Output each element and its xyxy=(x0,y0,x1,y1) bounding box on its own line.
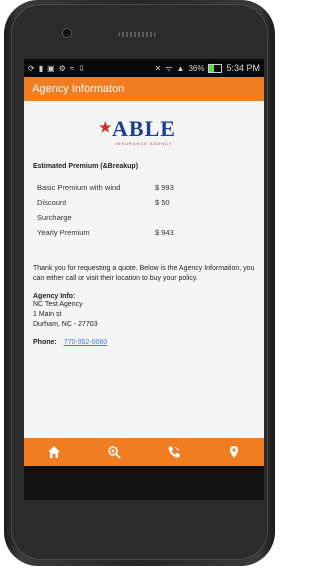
mute-icon: ✕ xyxy=(154,63,162,73)
earpiece-speaker xyxy=(118,32,156,37)
agency-name: NC Test Agency xyxy=(33,301,83,308)
status-bar-right: ✕ ᯤ ▲ 36% 5:34 PM xyxy=(155,63,260,74)
table-row: Surcharge xyxy=(37,210,174,225)
premium-value xyxy=(155,210,174,225)
phone-frame: ⟳ ▮ ▣ ⚙ ≈ ⇩ ✕ ᯤ ▲ 36% 5:34 PM Agency Inf… xyxy=(4,0,275,566)
status-bar-left: ⟳ ▮ ▣ ⚙ ≈ ⇩ xyxy=(28,64,85,73)
search-icon xyxy=(108,446,121,459)
premium-value: $ 993 xyxy=(155,183,174,192)
status-bar: ⟳ ▮ ▣ ⚙ ≈ ⇩ ✕ ᯤ ▲ 36% 5:34 PM xyxy=(24,59,264,77)
premium-label: Yearly Premium xyxy=(37,228,90,237)
page-title: Agency Informaton xyxy=(32,83,125,95)
premium-label: Basic Premium with wind xyxy=(37,183,121,192)
premium-table: Basic Premium with wind $ 993 Discount $… xyxy=(37,180,174,240)
table-row: Discount $ 50 xyxy=(37,195,174,210)
home-icon xyxy=(48,446,60,458)
tab-location[interactable] xyxy=(219,440,249,464)
gallery-icon: ▣ xyxy=(47,63,55,73)
wifi-alert-icon: ≈ xyxy=(69,63,75,73)
bottom-tab-bar xyxy=(24,438,264,466)
download-icon: ⇩ xyxy=(78,63,85,73)
table-row: Basic Premium with wind $ 993 xyxy=(37,180,174,195)
device-nav-area xyxy=(24,466,264,500)
agency-info-title: Agency Info: xyxy=(33,293,76,300)
signal-icon: ▲ xyxy=(176,63,185,73)
settings-icon: ⚙ xyxy=(58,63,66,73)
battery-percent: 36% xyxy=(188,63,205,73)
front-camera xyxy=(63,29,71,37)
app-bar: Agency Informaton xyxy=(24,77,264,101)
app-screen: ⟳ ▮ ▣ ⚙ ≈ ⇩ ✕ ᯤ ▲ 36% 5:34 PM Agency Inf… xyxy=(24,59,264,500)
battery-level xyxy=(209,64,214,72)
battery-icon xyxy=(208,63,223,73)
table-row: Yearly Premium $ 943 xyxy=(37,225,174,240)
tab-search[interactable] xyxy=(99,440,129,464)
agency-logo: ★ ABLE INSURANCE AGENCY xyxy=(96,115,192,149)
premium-value: $ 943 xyxy=(155,228,174,237)
logo-word: ★ ABLE xyxy=(99,116,176,141)
estimate-title: Estimated Premium (&Breakup) xyxy=(33,163,139,170)
logo-tagline: INSURANCE AGENCY xyxy=(115,141,173,146)
tab-home[interactable] xyxy=(39,440,69,464)
location-icon xyxy=(230,446,238,458)
main-content: ★ ABLE INSURANCE AGENCY Estimated Premiu… xyxy=(24,115,264,347)
agency-city: Durham, NC - 27703 xyxy=(33,321,98,328)
agency-street: 1 Main st xyxy=(33,311,62,318)
phone-label: Phone: xyxy=(33,339,57,346)
thank-you-message: Thank you for requesting a quote. Below … xyxy=(33,265,255,282)
sync-icon: ⟳ xyxy=(28,63,35,73)
premium-label: Discount xyxy=(37,198,67,207)
clock: 5:34 PM xyxy=(226,63,260,73)
agency-address: NC Test Agency 1 Main st Durham, NC - 27… xyxy=(33,300,255,330)
wifi-icon: ᯤ xyxy=(165,63,173,73)
call-icon xyxy=(168,446,180,458)
premium-label: Surcharge xyxy=(37,213,72,222)
premium-value: $ 50 xyxy=(155,198,170,207)
notification-icon: ▮ xyxy=(38,63,44,73)
phone-row: Phone: 770-952-0080 xyxy=(33,339,255,346)
phone-link[interactable]: 770-952-0080 xyxy=(64,339,108,346)
tab-call[interactable] xyxy=(159,440,189,464)
logo-text: ABLE xyxy=(112,116,176,141)
logo-star-icon: ★ xyxy=(99,121,113,136)
